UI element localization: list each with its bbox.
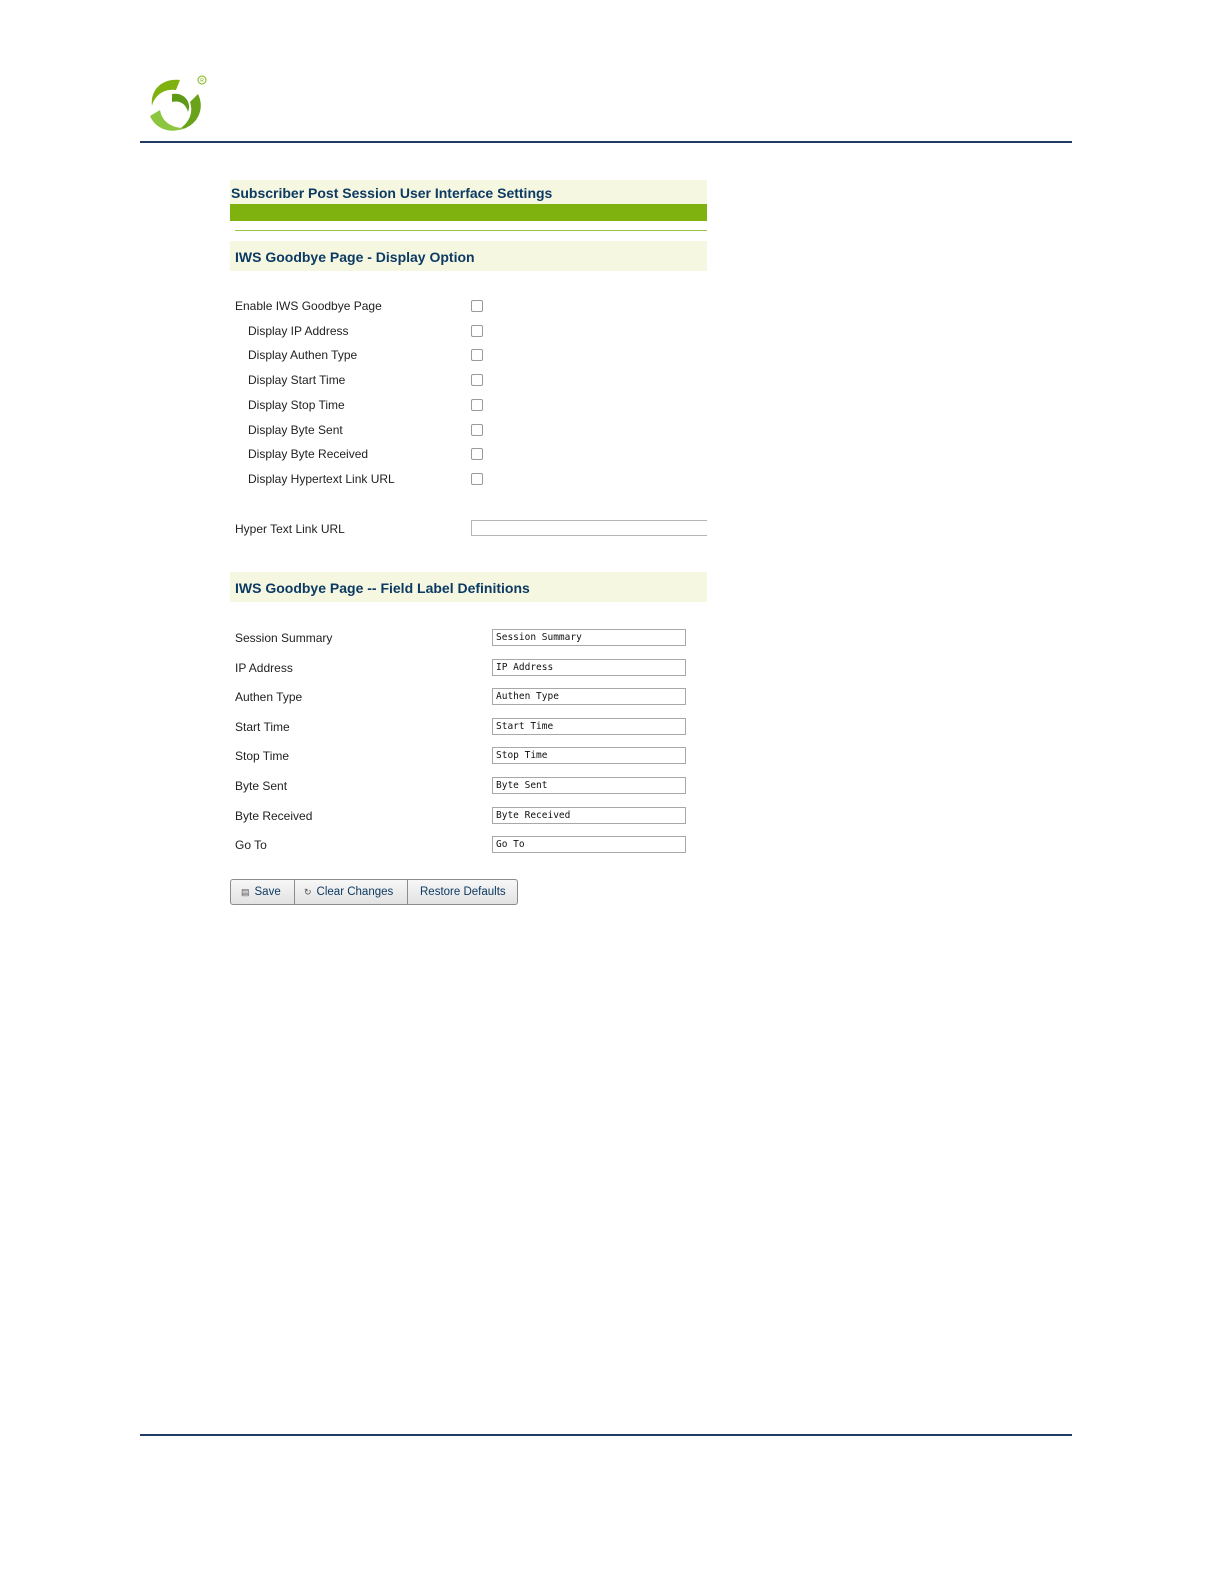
field-label-row: Start Time Start Time: [230, 717, 707, 738]
action-button-group: ▤ Save ↻ Clear Changes Restore Defaults: [230, 879, 518, 905]
display-option-row: Display Hypertext Link URL: [230, 470, 707, 490]
field-label-name: IP Address: [235, 660, 293, 675]
display-option-row: Enable IWS Goodbye Page: [230, 297, 707, 317]
display-option-checkbox[interactable]: [471, 423, 483, 436]
field-label-input[interactable]: IP Address: [492, 658, 686, 676]
hyperlink-url-row: Hyper Text Link URL: [230, 520, 707, 540]
field-label-input[interactable]: Start Time: [492, 717, 686, 735]
save-button-label: Save: [254, 886, 281, 898]
field-label-row: Authen Type Authen Type: [230, 688, 707, 708]
display-option-heading: IWS Goodbye Page - Display Option: [230, 241, 707, 271]
title-accent-bar: [230, 204, 707, 221]
field-label-input[interactable]: Session Summary: [492, 629, 686, 646]
display-option-label: Display Start Time: [248, 373, 346, 388]
display-option-checkbox[interactable]: [471, 324, 483, 337]
field-label-input[interactable]: Authen Type: [492, 688, 686, 706]
display-option-checkbox[interactable]: [471, 398, 483, 411]
display-option-label: Display Hypertext Link URL: [248, 471, 395, 486]
field-label-row: IP Address IP Address: [230, 658, 707, 679]
page-title: Subscriber Post Session User Interface S…: [230, 180, 707, 204]
header-rule: [140, 141, 1072, 143]
hyperlink-url-input[interactable]: [471, 520, 707, 536]
display-option-checkbox[interactable]: [471, 472, 483, 485]
display-option-row: Display Byte Sent: [230, 421, 707, 441]
display-option-row: Display Byte Received: [230, 445, 707, 465]
field-label-name: Stop Time: [235, 749, 290, 764]
save-button[interactable]: ▤ Save: [231, 880, 295, 904]
display-option-checkbox[interactable]: [471, 448, 483, 461]
display-option-label: Display IP Address: [248, 323, 349, 338]
clear-changes-button-label: Clear Changes: [316, 886, 394, 898]
hyperlink-url-label: Hyper Text Link URL: [235, 522, 345, 536]
display-option-row: Display Authen Type: [230, 346, 707, 366]
display-option-label: Display Byte Received: [248, 447, 369, 462]
display-option-checkbox[interactable]: [471, 300, 483, 312]
display-option-label: Display Authen Type: [248, 348, 358, 363]
field-label-name: Start Time: [235, 719, 290, 734]
save-icon: ▤: [241, 886, 250, 897]
restore-defaults-button-label: Restore Defaults: [420, 886, 506, 898]
footer-rule: [140, 1434, 1072, 1436]
restore-defaults-button[interactable]: Restore Defaults: [408, 880, 517, 904]
field-label-heading: IWS Goodbye Page -- Field Label Definiti…: [230, 572, 707, 602]
display-option-label: Display Stop Time: [248, 397, 345, 412]
display-option-checkbox[interactable]: [471, 374, 483, 387]
field-label-row: Byte Received Byte Received: [230, 806, 707, 827]
field-label-name: Go To: [235, 838, 267, 853]
display-option-row: Display IP Address: [230, 322, 707, 342]
display-option-label: Enable IWS Goodbye Page: [235, 299, 382, 313]
clear-changes-button[interactable]: ↻ Clear Changes: [295, 880, 408, 904]
field-label-input[interactable]: Stop Time: [492, 747, 686, 765]
field-label-input[interactable]: Byte Sent: [492, 777, 686, 794]
svg-text:R: R: [200, 78, 204, 84]
undo-icon: ↻: [304, 886, 312, 897]
field-label-row: Go To Go To: [230, 836, 707, 856]
display-option-label: Display Byte Sent: [248, 422, 343, 437]
field-label-name: Session Summary: [235, 631, 333, 645]
company-logo: R: [150, 75, 207, 131]
display-option-checkbox[interactable]: [471, 349, 483, 362]
field-label-row: Byte Sent Byte Sent: [230, 777, 707, 797]
field-label-row: Stop Time Stop Time: [230, 747, 707, 767]
display-option-row: Display Start Time: [230, 371, 707, 391]
display-option-row: Display Stop Time: [230, 396, 707, 416]
field-label-name: Byte Received: [235, 808, 313, 823]
field-label-row: Session Summary Session Summary: [230, 629, 707, 649]
field-label-name: Authen Type: [235, 690, 303, 705]
field-label-input[interactable]: Go To: [492, 836, 686, 854]
divider: [235, 230, 707, 231]
field-label-input[interactable]: Byte Received: [492, 806, 686, 824]
field-label-name: Byte Sent: [235, 779, 288, 793]
